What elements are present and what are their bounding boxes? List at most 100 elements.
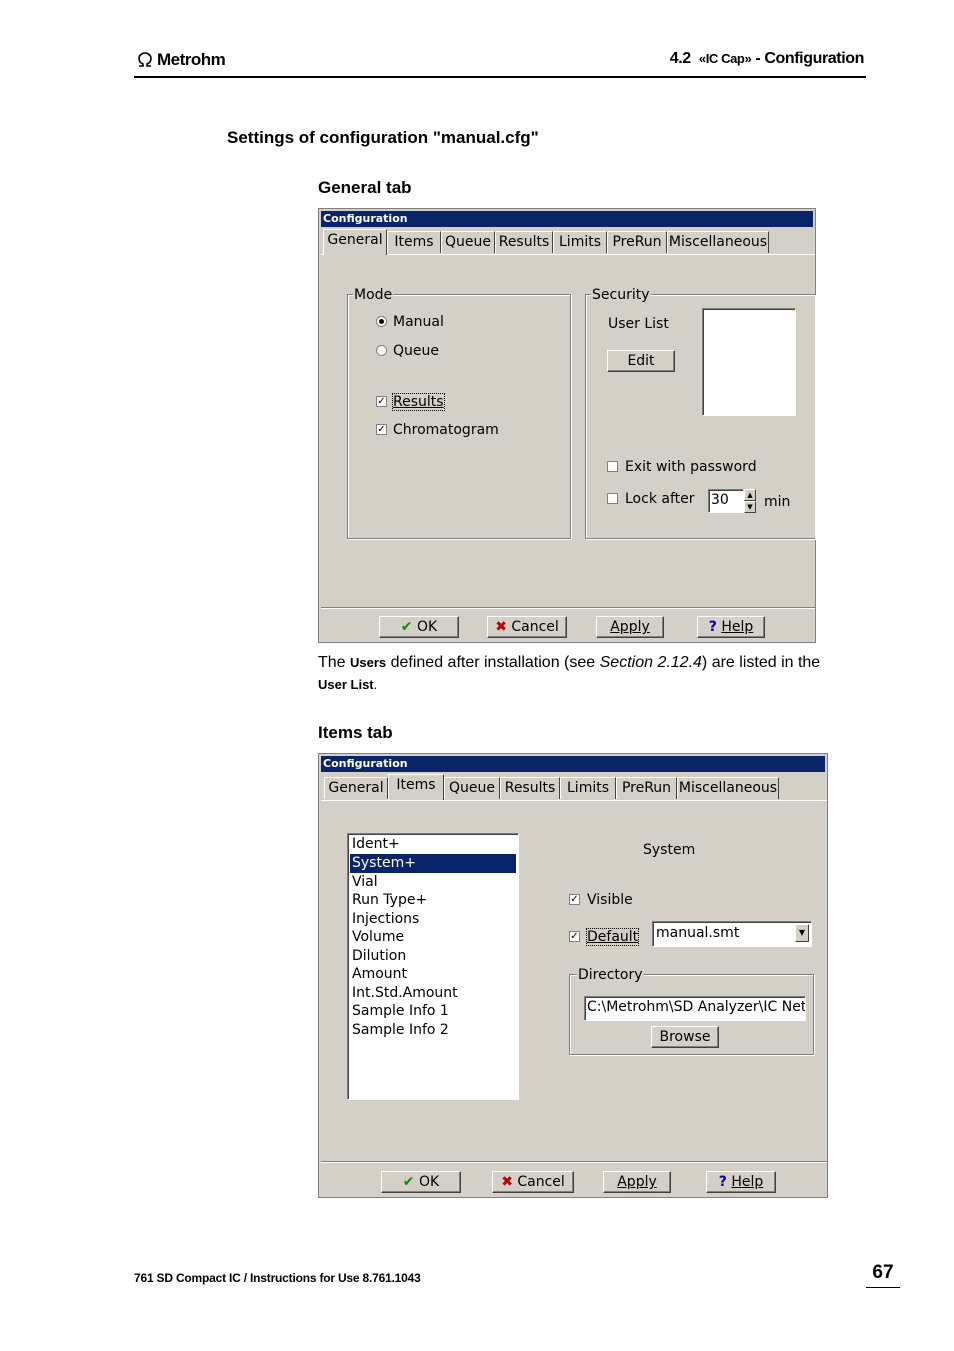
cross-icon: ✖ <box>495 619 507 635</box>
list-item[interactable]: Int.Std.Amount <box>350 984 516 1003</box>
browse-button[interactable]: Browse <box>651 1026 719 1048</box>
directory-input[interactable]: C:\Metrohm\SD Analyzer\IC Net\ <box>584 996 806 1021</box>
section-header: 4.2 «IC Cap» - Configuration <box>669 50 865 68</box>
checkbox-chromatogram[interactable]: ✓ <box>376 424 387 435</box>
tab-prerun[interactable]: PreRun <box>607 231 667 253</box>
question-icon: ? <box>708 619 717 635</box>
radio-manual-label: Manual <box>393 314 444 330</box>
checkbox-lock-after[interactable] <box>607 493 618 504</box>
cancel-button[interactable]: ✖ Cancel <box>492 1171 574 1193</box>
tab-limits[interactable]: Limits <box>553 231 607 253</box>
radio-manual[interactable] <box>376 316 387 327</box>
spin-down-icon[interactable]: ▼ <box>744 501 756 513</box>
tab-divider <box>321 254 815 255</box>
para-section-ref: Section 2.12.4 <box>599 654 702 671</box>
cancel-button[interactable]: ✖ Cancel <box>487 616 567 638</box>
ok-button-label: OK <box>416 619 438 635</box>
check-icon: ✔ <box>402 1174 415 1190</box>
list-item[interactable]: Dilution <box>350 947 516 966</box>
list-item[interactable]: Sample Info 1 <box>350 1002 516 1021</box>
lock-minutes-input[interactable]: 30 <box>708 489 744 513</box>
help-button-label: Help <box>731 1174 764 1190</box>
para-text-2: defined after installation (see <box>386 654 600 671</box>
default-method-value: manual.smt <box>656 925 740 941</box>
radio-queue[interactable] <box>376 345 387 356</box>
tab-general[interactable]: General <box>324 777 388 799</box>
tab-items[interactable]: Items <box>387 231 441 253</box>
checkbox-exit-with-password[interactable] <box>607 461 618 472</box>
checkbox-lock-after-label: Lock after <box>625 491 695 507</box>
footer-document-id: 761 SD Compact IC / Instructions for Use… <box>134 1271 421 1285</box>
checkbox-chromatogram-label: Chromatogram <box>393 422 499 438</box>
checkbox-results-label: Results <box>392 393 445 411</box>
apply-button[interactable]: Apply <box>596 616 664 638</box>
list-item[interactable]: Injections <box>350 910 516 929</box>
item-heading: System <box>643 842 696 858</box>
checkbox-default-label: Default <box>585 928 640 946</box>
default-method-select[interactable]: manual.smt ▼ <box>652 921 812 947</box>
radio-queue-label: Queue <box>393 343 439 359</box>
page-number: 67 <box>872 1262 894 1283</box>
mode-group <box>347 294 571 539</box>
para-users: Users <box>350 655 387 670</box>
list-item[interactable]: Amount <box>350 965 516 984</box>
apply-button[interactable]: Apply <box>603 1171 671 1193</box>
button-bar-separator <box>321 607 815 609</box>
min-label: min <box>764 494 791 510</box>
ok-button[interactable]: ✔ OK <box>379 616 459 638</box>
tab-miscellaneous[interactable]: Miscellaneous <box>667 231 769 253</box>
checkbox-exit-with-password-label: Exit with password <box>625 459 757 475</box>
help-button-label: Help <box>721 619 754 635</box>
help-button[interactable]: ? Help <box>697 616 765 638</box>
items-listbox[interactable]: Ident+ System+ Vial Run Type+ Injections… <box>347 833 519 1100</box>
help-button[interactable]: ? Help <box>706 1171 776 1193</box>
section-suffix: - Configuration <box>751 50 864 67</box>
cancel-button-label: Cancel <box>511 619 559 635</box>
tab-miscellaneous[interactable]: Miscellaneous <box>677 777 779 799</box>
list-item[interactable]: Volume <box>350 928 516 947</box>
list-item[interactable]: Run Type+ <box>350 891 516 910</box>
general-tab-heading: General tab <box>318 178 412 197</box>
tab-limits[interactable]: Limits <box>560 777 616 799</box>
tab-queue[interactable]: Queue <box>444 777 500 799</box>
section-number: 4.2 <box>669 50 691 67</box>
dialog-titlebar: Configuration <box>321 211 813 227</box>
tab-results[interactable]: Results <box>500 777 560 799</box>
tab-items[interactable]: Items <box>388 774 444 800</box>
edit-button[interactable]: Edit <box>607 350 675 372</box>
para-user-list: User List <box>318 677 374 692</box>
users-paragraph: The Users defined after installation (se… <box>318 652 864 696</box>
tab-results[interactable]: Results <box>495 231 553 253</box>
dialog-titlebar: Configuration <box>321 756 825 772</box>
list-item[interactable]: Ident+ <box>350 835 516 854</box>
spin-up-icon[interactable]: ▲ <box>744 489 756 501</box>
check-icon: ✔ <box>400 619 413 635</box>
tab-general[interactable]: General <box>323 229 387 255</box>
cross-icon: ✖ <box>501 1174 513 1190</box>
metrohm-omega-icon <box>138 52 152 67</box>
checkbox-visible[interactable]: ✓ <box>569 894 580 905</box>
ok-button[interactable]: ✔ OK <box>381 1171 461 1193</box>
list-item-selected[interactable]: System+ <box>350 854 516 873</box>
user-list-box[interactable] <box>702 308 796 416</box>
para-text-3: ) are listed in the <box>701 654 821 671</box>
section-prefix: «IC Cap» <box>698 51 752 66</box>
cancel-button-label: Cancel <box>517 1174 565 1190</box>
para-text-4: . <box>373 677 378 692</box>
tab-prerun[interactable]: PreRun <box>616 777 677 799</box>
ok-button-label: OK <box>418 1174 440 1190</box>
settings-heading: Settings of configuration "manual.cfg" <box>227 128 539 147</box>
items-config-dialog: Configuration General Items Queue Result… <box>318 753 828 1198</box>
user-list-label: User List <box>608 316 669 332</box>
para-text-1: The <box>318 654 351 671</box>
chevron-down-icon[interactable]: ▼ <box>795 924 809 942</box>
list-item[interactable]: Vial <box>350 873 516 892</box>
list-item[interactable]: Sample Info 2 <box>350 1021 516 1040</box>
page-number-rule <box>866 1287 900 1288</box>
security-group-label: Security <box>591 287 651 303</box>
mode-group-label: Mode <box>353 287 394 303</box>
checkbox-default[interactable]: ✓ <box>569 931 580 942</box>
lock-minutes-spinner[interactable]: ▲ ▼ <box>744 489 756 513</box>
tab-queue[interactable]: Queue <box>441 231 495 253</box>
checkbox-results[interactable]: ✓ <box>376 396 387 407</box>
